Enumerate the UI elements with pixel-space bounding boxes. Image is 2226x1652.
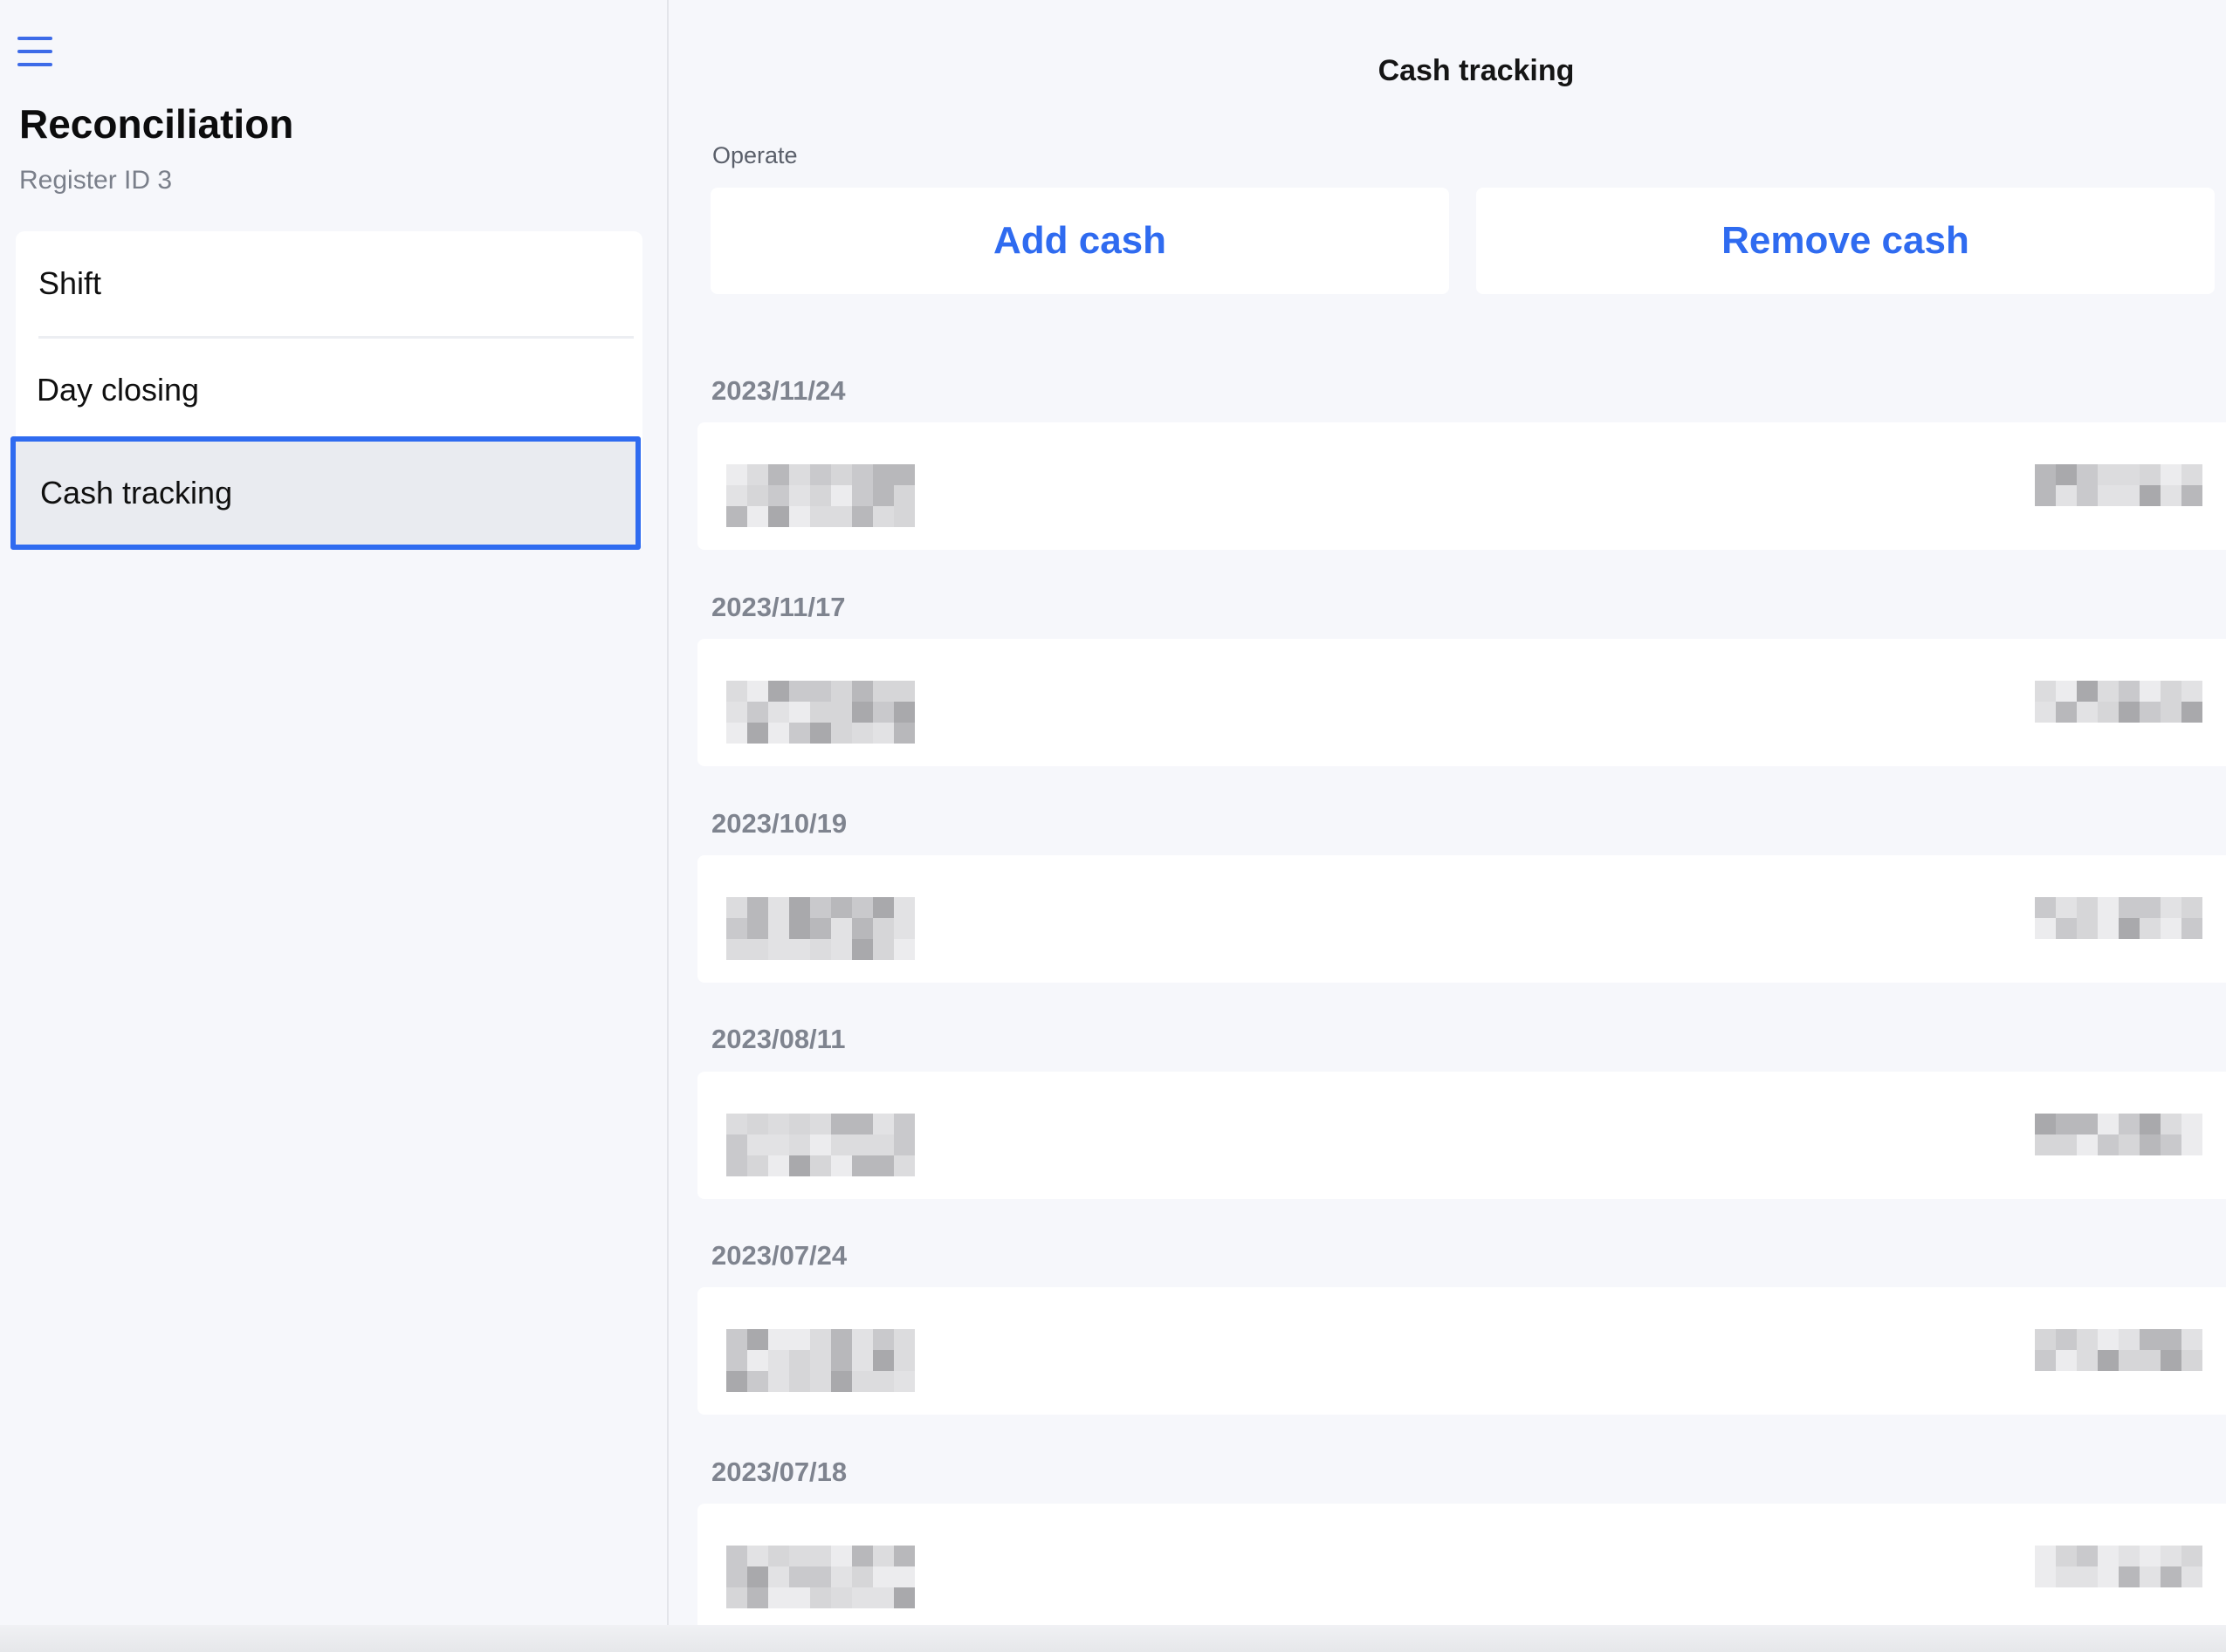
redacted-description (726, 681, 918, 745)
cash-entry-row[interactable] (697, 1072, 2226, 1199)
redacted-amount (2035, 1329, 2206, 1373)
sidebar-item-day-closing[interactable]: Day closing (16, 338, 642, 442)
redacted-description (726, 1329, 918, 1394)
entry-date-header: 2023/07/18 (711, 1457, 848, 1487)
page-title: Cash tracking (1378, 54, 1575, 87)
operate-section-label: Operate (712, 142, 798, 168)
sidebar-item-label: Shift (38, 265, 102, 301)
cash-entry-row[interactable] (697, 1504, 2226, 1631)
redacted-description (726, 1546, 918, 1610)
remove-cash-button[interactable]: Remove cash (1476, 188, 2215, 294)
entry-date-header: 2023/11/17 (711, 592, 846, 622)
redacted-description (726, 897, 918, 962)
sidebar-title: Reconciliation (19, 101, 294, 147)
main-content: Cash tracking Operate Add cash Remove ca… (669, 0, 2226, 1652)
entry-date-header: 2023/11/24 (711, 375, 846, 406)
cash-entry-row[interactable] (697, 639, 2226, 766)
add-cash-button[interactable]: Add cash (711, 188, 1449, 294)
redacted-amount (2035, 897, 2206, 941)
register-id-label: Register ID 3 (19, 166, 173, 195)
redacted-amount (2035, 1114, 2206, 1157)
cash-entry-row[interactable] (697, 1287, 2226, 1415)
sidebar-item-shift[interactable]: Shift (16, 231, 642, 336)
sidebar-item-label: Day closing (37, 372, 200, 408)
sidebar: Reconciliation Register ID 3 Shift Day c… (0, 0, 669, 1652)
cash-entry-row[interactable] (697, 855, 2226, 983)
redacted-description (726, 464, 918, 529)
redacted-amount (2035, 1546, 2206, 1589)
sidebar-item-cash-tracking[interactable]: Cash tracking (10, 436, 641, 550)
entry-date-header: 2023/07/24 (711, 1240, 848, 1271)
entry-date-header: 2023/08/11 (711, 1024, 846, 1054)
sidebar-nav: Shift Day closing Cash tracking (10, 231, 642, 550)
hamburger-menu-icon[interactable] (17, 37, 52, 66)
cash-entry-row[interactable] (697, 422, 2226, 550)
app-window: Reconciliation Register ID 3 Shift Day c… (0, 0, 2226, 1652)
sidebar-item-label: Cash tracking (40, 475, 233, 511)
redacted-amount (2035, 464, 2206, 508)
bottom-edge (0, 1625, 2226, 1652)
entry-date-header: 2023/10/19 (711, 808, 848, 839)
redacted-description (726, 1114, 918, 1178)
redacted-amount (2035, 681, 2206, 724)
